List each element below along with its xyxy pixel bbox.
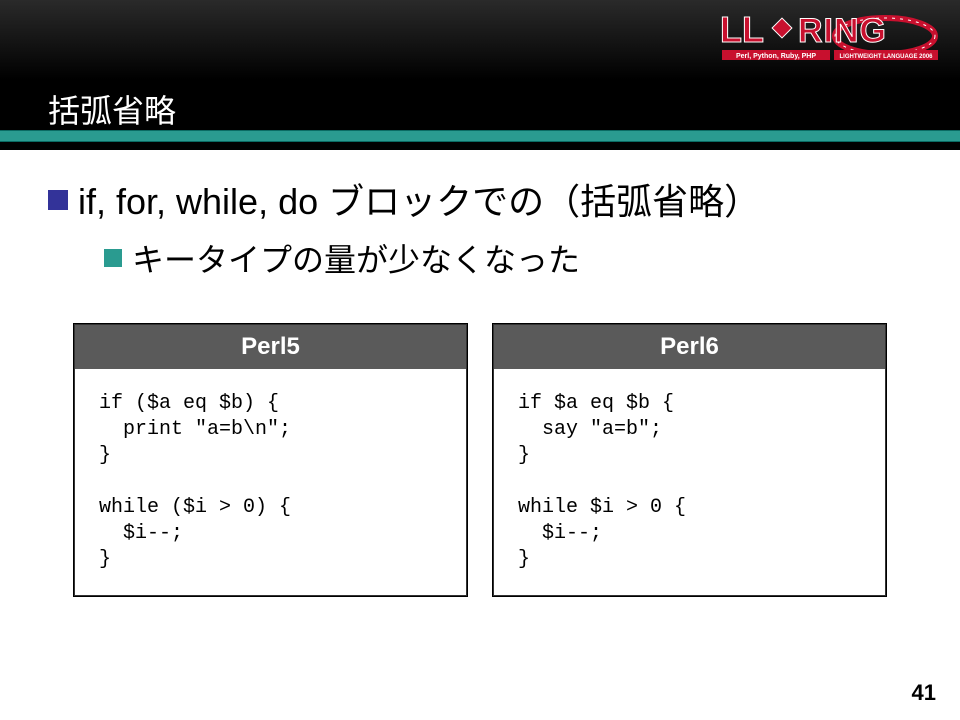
- page-number: 41: [912, 680, 936, 706]
- logo-sub1: Perl, Python, Ruby, PHP: [736, 53, 816, 60]
- slide-title: 括弧省略: [48, 86, 176, 132]
- code-boxes: Perl5 if ($a eq $b) { print "a=b\n"; } w…: [74, 324, 886, 596]
- slide: LL RING Perl, Python, Ruby, PHP LIGHTWEI…: [0, 0, 960, 720]
- codebox-perl5-code: if ($a eq $b) { print "a=b\n"; } while (…: [75, 369, 466, 595]
- codebox-perl5-label: Perl5: [75, 325, 466, 369]
- logo-ring-text: RING: [798, 12, 887, 50]
- sub-bullet-marker-icon: [104, 249, 122, 267]
- logo-ll-text: LL: [720, 9, 764, 50]
- bullet-marker-icon: [48, 190, 68, 210]
- codebox-perl6: Perl6 if $a eq $b { say "a=b"; } while $…: [493, 324, 886, 596]
- content: if, for, while, do ブロックでの（括弧省略） キータイプの量が…: [0, 150, 960, 282]
- codebox-perl6-code: if $a eq $b { say "a=b"; } while $i > 0 …: [494, 369, 885, 595]
- bullet-1-text: if, for, while, do ブロックでの（括弧省略）: [78, 178, 760, 227]
- logo: LL RING Perl, Python, Ruby, PHP LIGHTWEI…: [718, 6, 940, 70]
- codebox-perl5: Perl5 if ($a eq $b) { print "a=b\n"; } w…: [74, 324, 467, 596]
- bullet-1: if, for, while, do ブロックでの（括弧省略）: [48, 178, 916, 227]
- sub-bullet-1-text: キータイプの量が少なくなった: [132, 239, 580, 282]
- sub-bullet-1: キータイプの量が少なくなった: [104, 239, 916, 282]
- header: LL RING Perl, Python, Ruby, PHP LIGHTWEI…: [0, 0, 960, 150]
- title-underline: [0, 130, 960, 142]
- llring-logo-icon: LL RING Perl, Python, Ruby, PHP LIGHTWEI…: [718, 6, 940, 70]
- logo-sub2: LIGHTWEIGHT LANGUAGE 2006: [839, 54, 933, 60]
- codebox-perl6-label: Perl6: [494, 325, 885, 369]
